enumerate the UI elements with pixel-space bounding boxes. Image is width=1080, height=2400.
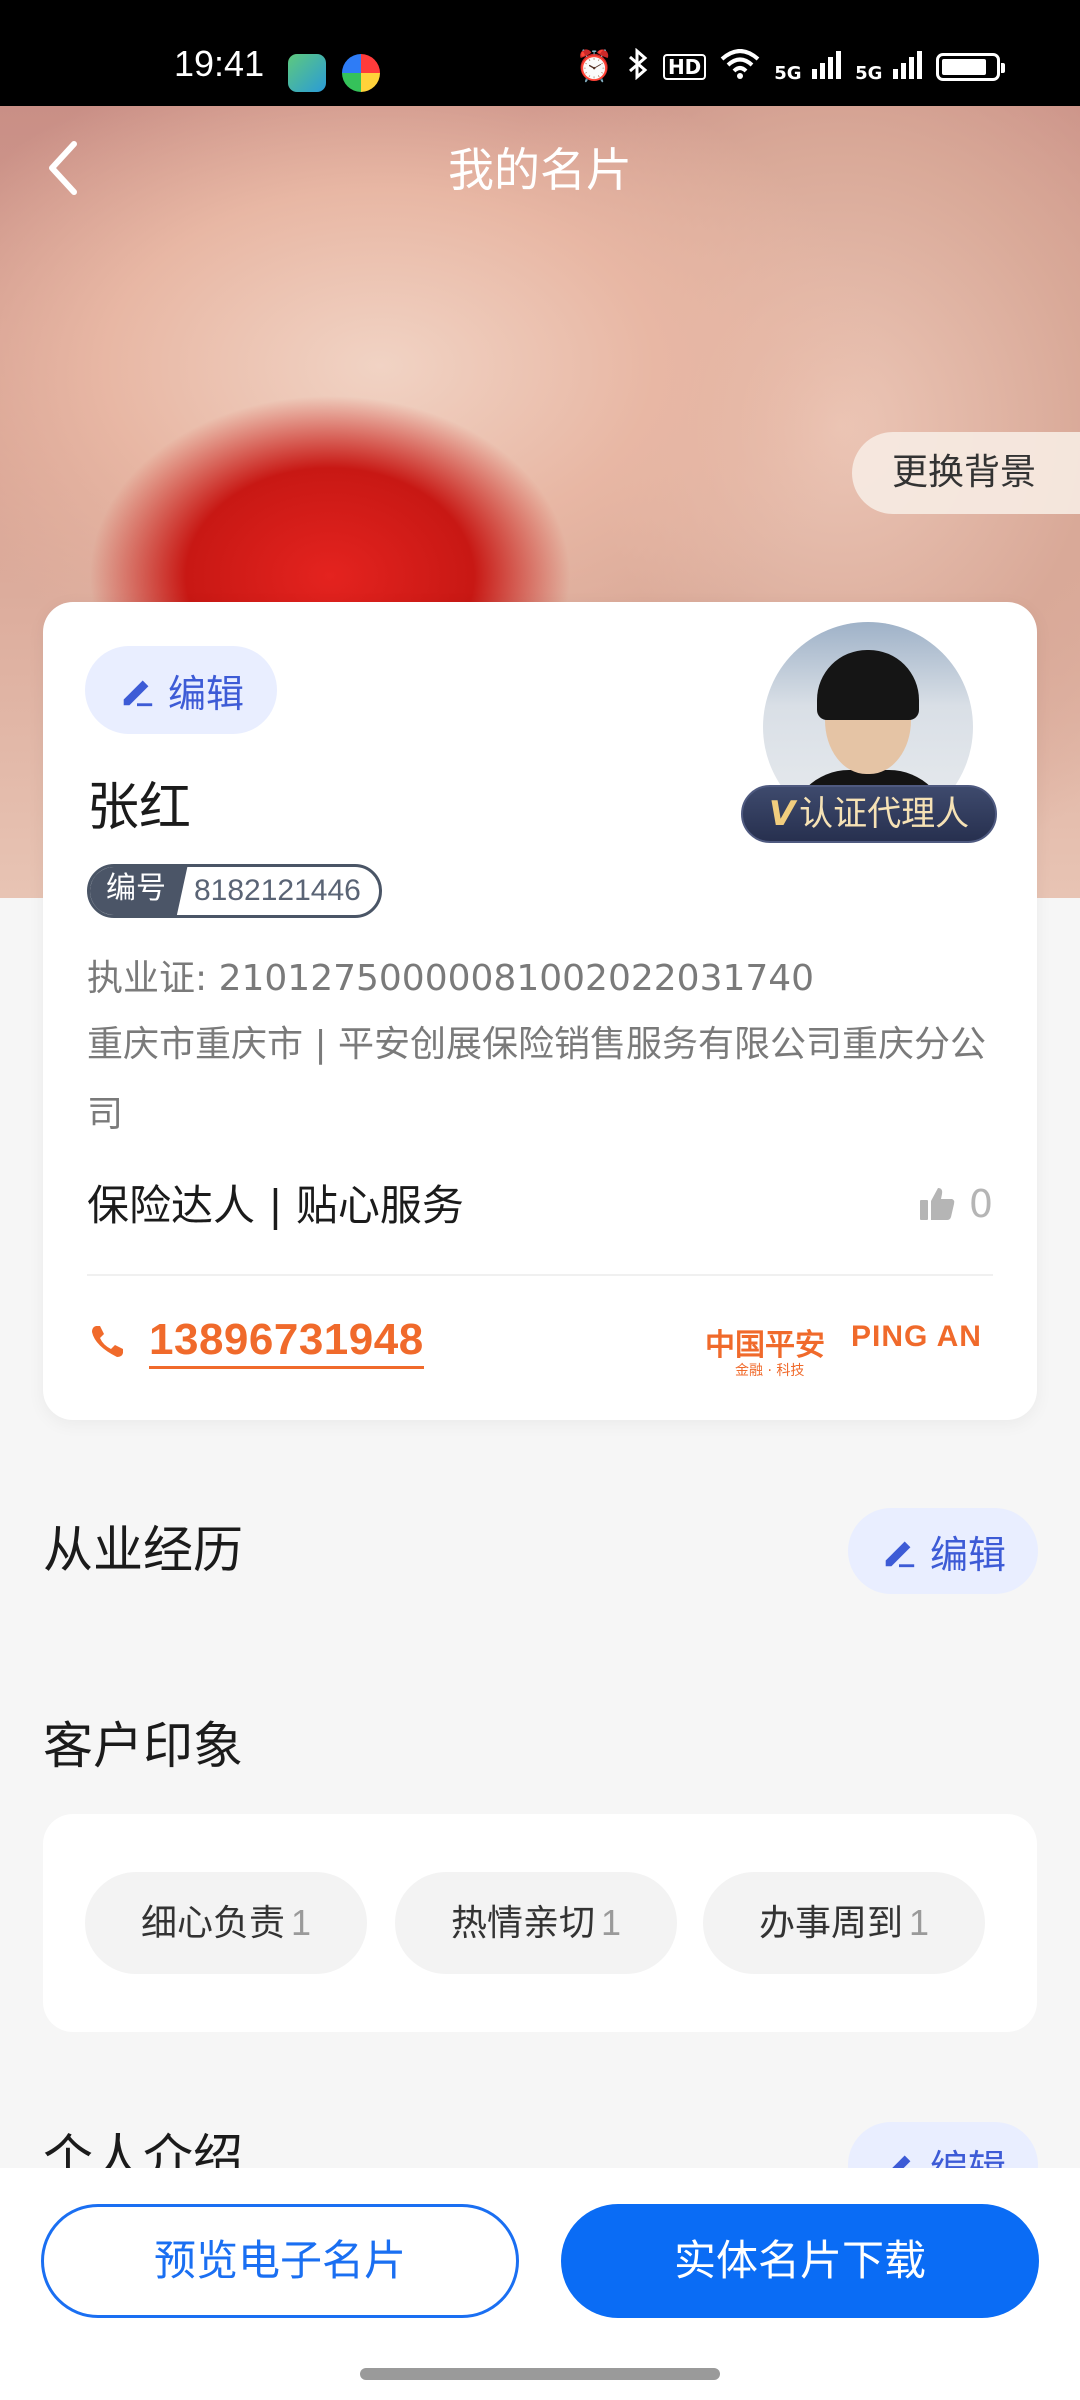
impression-tag[interactable]: 细心负责 1 <box>85 1872 367 1974</box>
phone-link[interactable]: 13896731948 <box>87 1314 424 1369</box>
edit-card-button[interactable]: 编辑 <box>85 646 277 734</box>
agent-name: 张红 <box>87 778 192 838</box>
app-notification-icon <box>288 54 326 92</box>
hd-voice-icon: HD <box>662 54 707 80</box>
experience-title: 从业经历 <box>43 1521 243 1579</box>
phone-number[interactable]: 13896731948 <box>149 1314 424 1369</box>
download-card-button[interactable]: 实体名片下载 <box>561 2204 1039 2318</box>
logo-sub: 金融 · 科技 <box>735 1363 805 1379</box>
status-bar: 19:41 ⏰ HD 5G 5G <box>0 0 1080 106</box>
ping-an-logo: 中国平安 PING AN 金融 · 科技 <box>705 1320 995 1380</box>
edit-experience-button[interactable]: 编辑 <box>848 1508 1038 1594</box>
bluetooth-icon <box>627 47 649 86</box>
signal-5g-icon-2: 5G <box>855 49 922 85</box>
signal-5g-icon: 5G <box>774 49 842 85</box>
like-count: 0 <box>968 1182 993 1226</box>
wifi-icon <box>720 49 760 85</box>
id-badge: 编号 8182121446 <box>87 864 382 918</box>
verified-mark: V <box>768 794 796 834</box>
impressions-title: 客户印象 <box>43 1717 243 1775</box>
logo-cn: 中国平安 <box>705 1328 825 1363</box>
app-notification-icon-2 <box>342 54 380 92</box>
logo-en: PING AN <box>851 1320 982 1353</box>
thumbs-up-icon <box>919 1188 955 1220</box>
profile-card: 编辑 张红 编号 8182121446 执业证: 210127500000810… <box>43 602 1037 1420</box>
verified-text: 认证代理人 <box>799 794 970 834</box>
id-label: 编号 <box>90 867 188 915</box>
pencil-icon <box>123 680 153 707</box>
divider <box>87 1274 993 1276</box>
edit-label: 编辑 <box>167 671 244 716</box>
like-button[interactable]: 0 <box>917 1182 993 1226</box>
id-number: 8182121446 <box>194 874 361 907</box>
change-background-button[interactable]: 更换背景 <box>852 432 1080 514</box>
alarm-icon: ⏰ <box>575 49 613 84</box>
impression-tag[interactable]: 办事周到 1 <box>703 1872 985 1974</box>
status-icons: ⏰ HD 5G 5G <box>575 47 1005 86</box>
status-time: 19:41 <box>174 43 265 84</box>
edit-label: 编辑 <box>929 1532 1006 1577</box>
impressions-card: 细心负责 1 热情亲切 1 办事周到 1 <box>43 1814 1037 2032</box>
bottom-action-bar: 预览电子名片 实体名片下载 <box>0 2168 1080 2400</box>
impression-tag[interactable]: 热情亲切 1 <box>395 1872 677 1974</box>
phone-icon <box>92 1325 123 1357</box>
battery-icon <box>936 53 1005 81</box>
company-info: 重庆市重庆市 | 平安创展保险销售服务有限公司重庆分公司 <box>87 1024 987 1135</box>
verified-agent-badge: V 认证代理人 <box>741 785 997 843</box>
agent-tagline: 保险达人 | 贴心服务 <box>87 1181 464 1230</box>
license-number: 执业证: 21012750000081002022031740 <box>87 958 815 999</box>
pencil-icon <box>885 1541 915 1568</box>
page-title: 我的名片 <box>448 143 632 197</box>
preview-card-button[interactable]: 预览电子名片 <box>41 2204 519 2318</box>
home-indicator[interactable] <box>360 2368 720 2380</box>
